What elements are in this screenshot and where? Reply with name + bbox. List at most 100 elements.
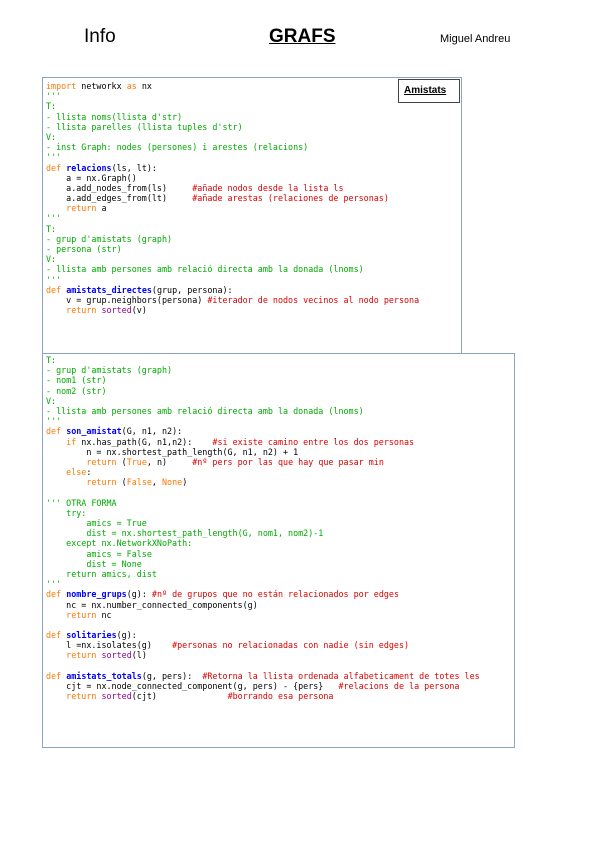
code-token: return	[66, 691, 97, 702]
code2-line	[46, 487, 517, 497]
code-token: V:	[46, 254, 57, 265]
code-token: '''	[46, 274, 62, 285]
code-token: relacions	[66, 162, 112, 173]
code2-line: except nx.NetworkXNoPath:	[46, 538, 517, 548]
code-token: return	[66, 650, 97, 661]
code-token: sorted	[101, 305, 132, 316]
code-token: nc = nx.number_connected_components(g)	[46, 599, 258, 610]
code-token: #personas no relacionadas con nadie (sin…	[172, 640, 410, 651]
code-token: if	[66, 436, 77, 447]
code-block-1: import networkx as nx ''' T: - llista noms(…	[42, 77, 462, 355]
code-token: - llista noms(llista d'str)	[46, 111, 183, 122]
code-token: #añade arestas (relaciones de personas)	[192, 193, 389, 204]
code1-line: V:	[46, 254, 464, 264]
code-token: v = grup.neighbors(persona)	[46, 294, 208, 305]
code-token: - grup d'amistats (graph)	[46, 365, 173, 376]
code1-line: '''	[46, 275, 464, 285]
code-token: n = nx.shortest_path_length(G, n1, n2) +…	[46, 446, 299, 457]
code-token: - nom1 (str)	[46, 375, 107, 386]
code-token: else	[66, 467, 87, 478]
code-token: - llista amb persones amb relació direct…	[46, 264, 364, 275]
code-token: - llista parelles (llista tuples d'str)	[46, 121, 243, 132]
code-token: amistats_directes	[66, 284, 152, 295]
code1-line: - llista parelles (llista tuples d'str)	[46, 122, 464, 132]
code-listing-2: T: - grup d'amistats (graph) - nom1 (str) -…	[46, 355, 517, 701]
code-token: (	[116, 477, 127, 488]
code-token: (g):	[116, 630, 137, 641]
code-token: a.add_nodes_from(ls)	[46, 182, 193, 193]
code-token: #nº pers por las que hay que pasar min	[192, 456, 384, 467]
code-token: return	[66, 203, 97, 214]
code-token: nombre_grups	[66, 589, 127, 600]
code1-line: def relacions(ls, lt):	[46, 163, 464, 173]
code-token: except nx.NetworkXNoPath:	[46, 538, 193, 549]
code-token: try:	[46, 507, 87, 518]
code-token: #borrando esa persona	[227, 691, 334, 702]
code1-line: - llista noms(llista d'str)	[46, 112, 464, 122]
code-token: (g):	[126, 589, 152, 600]
code-token: networkx	[76, 81, 127, 91]
code-token: - persona (str)	[46, 244, 122, 254]
code2-line: def son_amistat(G, n1, n2):	[46, 426, 517, 436]
code2-line: - grup d'amistats (graph)	[46, 365, 517, 375]
code-token: (v)	[131, 305, 147, 316]
header-left: Info	[84, 26, 116, 47]
code2-line: nc = nx.number_connected_components(g)	[46, 600, 517, 610]
code-token: sorted	[101, 691, 132, 702]
code-listing-1: import networkx as nx ''' T: - llista noms(…	[46, 81, 464, 315]
code-token: (g, pers):	[141, 670, 203, 681]
code2-line: - nom1 (str)	[46, 375, 517, 385]
code-token: V:	[46, 395, 57, 406]
code-token: (grup, persona):	[151, 284, 233, 295]
code1-line: a.add_nodes_from(ls) #añade nodos desde …	[46, 183, 464, 193]
code2-line: '''	[46, 416, 517, 426]
code-token: T:	[46, 223, 57, 234]
code-token: solitaries	[66, 630, 117, 641]
code2-line: def nombre_grups(g): #nº de grupos que n…	[46, 589, 517, 599]
code2-line: return sorted(cjt) #borrando esa persona	[46, 691, 517, 701]
code2-line: '''	[46, 579, 517, 589]
section-tag: Amistats	[398, 79, 460, 103]
code-token: ,	[151, 477, 163, 488]
code-token: amics = False	[46, 548, 152, 559]
code-token: return	[66, 609, 97, 620]
code1-line: T:	[46, 224, 464, 234]
code-token: (cjt)	[131, 691, 228, 702]
code2-line: dist = None	[46, 559, 517, 569]
code1-line: return sorted(v)	[46, 305, 464, 315]
author-name: Miguel Andreu	[440, 33, 511, 45]
page-title: GRAFS	[269, 26, 336, 47]
code-token: def	[46, 630, 62, 641]
code-token: return	[86, 477, 117, 488]
code2-line: T:	[46, 355, 517, 365]
code1-line: - llista amb persones amb relació direct…	[46, 264, 464, 274]
code2-line: def solitaries(g):	[46, 630, 517, 640]
code-token: amics = True	[46, 518, 147, 528]
code-token: as	[126, 81, 137, 91]
code-token: #si existe camino entre los dos personas	[212, 436, 415, 447]
code2-line: try:	[46, 508, 517, 518]
code-token: nx.has_path(G, n1,n2):	[76, 436, 213, 447]
code-token: cjt = nx.node_connected_component(g, per…	[46, 681, 339, 691]
code-token: - inst Graph: nodes (persones) i arestes…	[46, 142, 309, 153]
code-token: '''	[46, 579, 62, 590]
code2-line: dist = nx.shortest_path_length(G, nom1, …	[46, 528, 517, 538]
code1-line: - persona (str)	[46, 244, 464, 254]
code-token: :	[86, 467, 92, 478]
code-token: l =nx.isolates(g)	[46, 640, 173, 651]
code2-line: return amics, dist	[46, 569, 517, 579]
code2-line: ''' OTRA FORMA	[46, 498, 517, 508]
code2-line: amics = True	[46, 518, 517, 528]
code-token: #iterador de nodos vecinos al nodo perso…	[207, 294, 420, 305]
code-token: - grup d'amistats (graph)	[46, 233, 173, 244]
code1-line: v = grup.neighbors(persona) #iterador de…	[46, 295, 464, 305]
code-token: '''	[46, 91, 62, 102]
code-token: '''	[46, 213, 62, 224]
code-token: T:	[46, 101, 57, 112]
code2-line: V:	[46, 396, 517, 406]
code-token: None	[162, 477, 183, 488]
code-token: #nº de grupos que no están relacionados …	[151, 589, 399, 600]
